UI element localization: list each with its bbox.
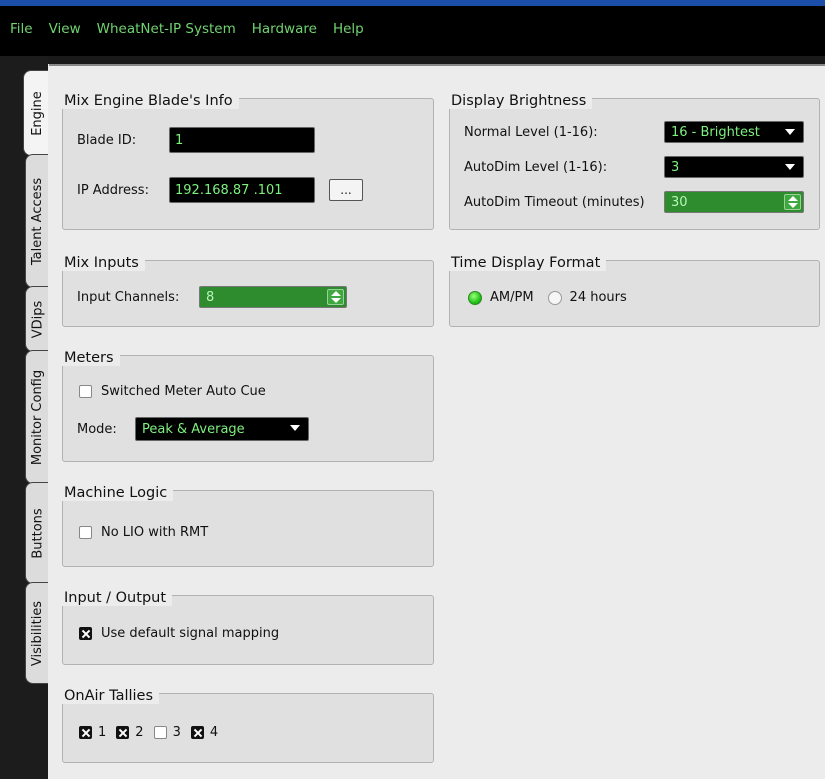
- blade-id-label: Blade ID:: [77, 132, 137, 148]
- chevron-down-icon: [290, 425, 300, 431]
- ip-address-label: IP Address:: [77, 182, 149, 198]
- tab-buttons-label: Buttons: [30, 507, 46, 559]
- normal-level-label: Normal Level (1-16):: [464, 124, 598, 140]
- am-pm-label: AM/PM: [490, 290, 534, 305]
- tab-visibilities-label: Visibilities: [30, 600, 46, 666]
- blade-info-group: Mix Engine Blade's Info Blade ID: 1 IP A…: [62, 93, 434, 230]
- autodim-timeout-value: 30: [671, 194, 688, 210]
- tally-4-checkbox[interactable]: [190, 726, 204, 739]
- normal-level-dropdown[interactable]: 16 - Brightest: [664, 121, 804, 143]
- tab-talent-access[interactable]: Talent Access: [25, 154, 50, 288]
- meters-title: Meters: [62, 350, 120, 366]
- tab-monitor-config-label: Monitor Config: [30, 369, 46, 465]
- default-mapping-label: Use default signal mapping: [101, 626, 280, 641]
- time-format-group: Time Display Format AM/PM 24 hours: [449, 255, 820, 327]
- machine-logic-title: Machine Logic: [62, 485, 174, 501]
- default-mapping-checkbox[interactable]: [79, 627, 92, 640]
- mix-inputs-group: Mix Inputs Input Channels: 8: [62, 255, 434, 327]
- tab-monitor-config[interactable]: Monitor Config: [25, 350, 50, 484]
- menu-hardware[interactable]: Hardware: [244, 21, 325, 37]
- content-top-frame: [49, 64, 825, 66]
- tally-2-label: 2: [135, 725, 144, 740]
- menu-file[interactable]: File: [2, 21, 41, 37]
- input-output-group: Input / Output Use default signal mappin…: [62, 590, 434, 665]
- tab-engine[interactable]: Engine: [23, 70, 50, 156]
- am-pm-radio[interactable]: [468, 290, 482, 305]
- mix-inputs-title: Mix Inputs: [62, 255, 145, 271]
- machine-logic-group: Machine Logic No LIO with RMT: [62, 485, 434, 567]
- autodim-level-dropdown[interactable]: 3: [664, 156, 804, 178]
- time-format-title: Time Display Format: [449, 255, 607, 271]
- tab-vdips[interactable]: VDips: [25, 286, 50, 352]
- tally-3-label: 3: [172, 725, 181, 740]
- display-brightness-title: Display Brightness: [449, 93, 593, 109]
- 24-hours-label: 24 hours: [569, 290, 627, 305]
- meter-mode-label: Mode:: [77, 421, 117, 437]
- meters-group: Meters Switched Meter Auto Cue Mode: Pea…: [62, 350, 434, 462]
- input-channels-label: Input Channels:: [77, 289, 180, 305]
- tally-1-checkbox[interactable]: [79, 726, 92, 739]
- tab-vdips-label: VDips: [30, 300, 46, 338]
- auto-cue-label: Switched Meter Auto Cue: [101, 384, 266, 399]
- ip-address-field[interactable]: 192.168.87 .101: [169, 177, 315, 203]
- display-brightness-group: Display Brightness Normal Level (1-16): …: [449, 93, 820, 230]
- menu-help[interactable]: Help: [325, 21, 372, 37]
- tab-talent-access-label: Talent Access: [30, 177, 46, 265]
- autodim-timeout-label: AutoDim Timeout (minutes): [464, 194, 645, 210]
- autodim-level-value: 3: [671, 159, 680, 175]
- menu-wheatnet-ip-system[interactable]: WheatNet-IP System: [89, 21, 244, 37]
- meter-mode-value: Peak & Average: [142, 421, 245, 437]
- no-lio-checkbox[interactable]: [79, 526, 92, 539]
- input-output-title: Input / Output: [62, 590, 173, 606]
- meter-mode-dropdown[interactable]: Peak & Average: [135, 417, 309, 441]
- no-lio-label: No LIO with RMT: [101, 525, 209, 540]
- menu-view[interactable]: View: [41, 21, 89, 37]
- tally-2-checkbox[interactable]: [116, 726, 130, 739]
- tab-engine-label: Engine: [29, 90, 45, 136]
- vertical-tab-strip: Engine Talent Access VDips Monitor Confi…: [0, 56, 50, 779]
- chevron-down-icon: [785, 164, 795, 170]
- normal-level-value: 16 - Brightest: [671, 124, 760, 140]
- input-channels-spinner[interactable]: 8: [199, 286, 347, 308]
- onair-tallies-title: OnAir Tallies: [62, 688, 160, 704]
- blade-info-title: Mix Engine Blade's Info: [62, 93, 239, 109]
- autodim-level-label: AutoDim Level (1-16):: [464, 159, 608, 175]
- menu-bar: File View WheatNet-IP System Hardware He…: [0, 6, 825, 56]
- tally-3-checkbox[interactable]: [153, 726, 167, 739]
- tally-4-label: 4: [209, 725, 219, 740]
- tab-buttons[interactable]: Buttons: [25, 482, 50, 584]
- tab-visibilities[interactable]: Visibilities: [25, 582, 50, 684]
- onair-tallies-group: OnAir Tallies 1 2 3 4: [62, 688, 434, 763]
- input-channels-spin-buttons[interactable]: [327, 289, 344, 305]
- input-channels-value: 8: [206, 289, 215, 305]
- autodim-timeout-spin-buttons[interactable]: [784, 194, 801, 210]
- chevron-down-icon: [785, 129, 795, 135]
- tally-1-label: 1: [98, 725, 107, 740]
- autodim-timeout-spinner[interactable]: 30: [664, 191, 804, 213]
- auto-cue-checkbox[interactable]: [79, 385, 92, 398]
- blade-id-field[interactable]: 1: [169, 127, 315, 153]
- 24-hours-radio[interactable]: [547, 290, 562, 305]
- browse-ip-button[interactable]: ...: [329, 179, 363, 201]
